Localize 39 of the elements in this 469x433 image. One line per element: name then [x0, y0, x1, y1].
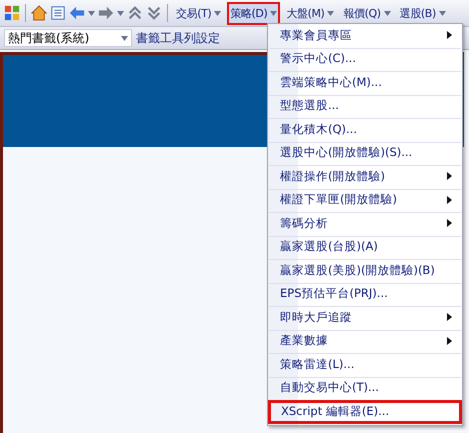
menu-item[interactable]: 權證操作(開放體驗) — [268, 165, 462, 188]
caret-icon — [88, 10, 95, 16]
double-down-icon[interactable] — [146, 5, 162, 21]
menu-item[interactable]: 選股中心(開放體驗)(S)... — [268, 142, 462, 165]
caret-icon — [270, 10, 278, 16]
menu-item[interactable]: 權證下單匣(開放體驗) — [268, 188, 462, 212]
caret-icon — [121, 36, 128, 40]
menu-item[interactable]: 自動交易中心(T)... — [268, 376, 462, 400]
document-icon[interactable] — [50, 5, 66, 21]
windows-grid-icon[interactable] — [4, 5, 20, 21]
menu-item[interactable]: 產業數據 — [268, 330, 462, 353]
bookmark-dropdown[interactable]: 熱門書籤(系統) — [4, 29, 132, 47]
menu-item[interactable]: EPS預估平台(PRJ)... — [268, 282, 462, 306]
caret-icon — [117, 10, 124, 16]
menu-tab[interactable]: 大盤(M) — [283, 2, 338, 24]
menu-item[interactable]: 量化積木(Q)... — [268, 118, 462, 142]
menu-item[interactable]: 雲端策略中心(M)... — [268, 71, 462, 94]
back-arrow-icon[interactable] — [69, 5, 85, 21]
menu-item[interactable]: 策略雷達(L)... — [268, 353, 462, 376]
menu-tab[interactable]: 交易(T) — [173, 2, 224, 24]
menu-item[interactable]: 籌碼分析 — [268, 212, 462, 236]
menu-item[interactable]: 贏家選股(台股)(A) — [268, 236, 462, 259]
menu-item[interactable]: 即時大戶追蹤 — [268, 306, 462, 330]
caret-icon — [214, 10, 222, 16]
bookmark-settings-link[interactable]: 書籤工具列設定 — [136, 30, 220, 46]
forward-arrow-icon[interactable] — [98, 5, 114, 21]
menu-tab[interactable]: 策略(D) — [227, 2, 280, 24]
menu-item[interactable]: 型態選股... — [268, 94, 462, 118]
double-up-icon[interactable] — [127, 5, 143, 21]
caret-icon — [384, 10, 391, 16]
caret-icon — [438, 10, 446, 16]
caret-icon — [327, 10, 334, 16]
menu-item[interactable]: 專業會員專區 — [268, 24, 462, 48]
home-icon[interactable] — [31, 5, 47, 21]
menu-item[interactable]: 贏家選股(美股)(開放體驗)(B) — [268, 259, 462, 282]
menu-tab[interactable]: 報價(Q) — [340, 2, 394, 24]
menu-tab[interactable]: 選股(B) — [396, 2, 449, 24]
menu-item[interactable]: XScript 編輯器(E)... — [268, 400, 462, 424]
menu-item[interactable]: 警示中心(C)... — [268, 48, 462, 71]
